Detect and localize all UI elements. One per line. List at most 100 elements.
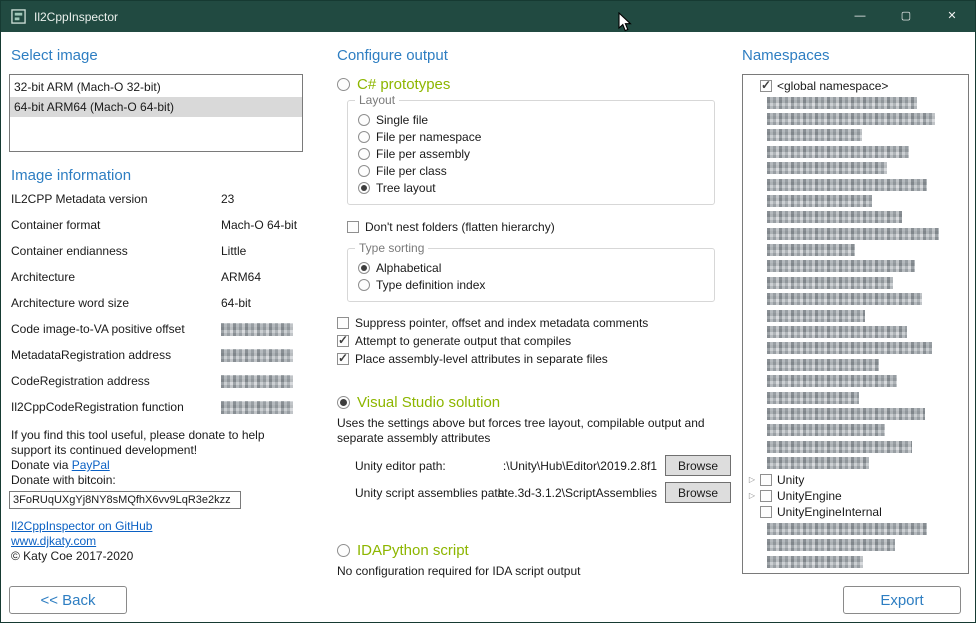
namespace-row[interactable]: ▷ xyxy=(746,176,968,192)
namespace-row[interactable]: ▷ UnityEngine xyxy=(746,488,968,504)
csharp-prototypes-radio[interactable] xyxy=(337,78,350,91)
idapython-radio[interactable] xyxy=(337,544,350,557)
namespace-row[interactable]: ▷ UnityEngineInternal xyxy=(746,504,968,520)
flatten-hierarchy-checkbox-row[interactable]: Don't nest folders (flatten hierarchy) xyxy=(347,218,735,236)
namespace-row[interactable]: ▷ xyxy=(746,291,968,307)
namespace-row[interactable]: ▷ xyxy=(746,373,968,389)
layout-option[interactable]: Tree layout xyxy=(358,179,706,196)
flatten-hierarchy-label: Don't nest folders (flatten hierarchy) xyxy=(365,220,555,234)
namespace-row[interactable]: ▷ xyxy=(746,406,968,422)
output-option-checkbox-row[interactable]: Attempt to generate output that compiles xyxy=(337,332,735,350)
layout-option[interactable]: File per class xyxy=(358,162,706,179)
layout-option-radio[interactable] xyxy=(358,114,370,126)
visual-studio-radio[interactable] xyxy=(337,396,350,409)
layout-option-radio[interactable] xyxy=(358,148,370,160)
namespace-row[interactable]: ▷ xyxy=(746,127,968,143)
info-label: IL2CPP Metadata version xyxy=(9,192,221,206)
namespace-row[interactable]: ▷ xyxy=(746,357,968,373)
unity-editor-browse-button[interactable]: Browse xyxy=(665,455,731,476)
visual-studio-option[interactable]: Visual Studio solution xyxy=(337,392,735,412)
type-sorting-option[interactable]: Type definition index xyxy=(358,276,706,293)
export-button[interactable]: Export xyxy=(843,586,961,614)
layout-option[interactable]: Single file xyxy=(358,111,706,128)
namespaces-tree[interactable]: ▷ <global namespace> ▷ ▷ xyxy=(742,74,969,574)
bitcoin-address-input[interactable] xyxy=(9,491,241,509)
namespace-row[interactable]: ▷ xyxy=(746,160,968,176)
titlebar[interactable]: Il2CppInspector — ▢ ✕ xyxy=(1,1,975,32)
idapython-label: IDAPython script xyxy=(357,542,469,559)
namespace-row[interactable]: ▷ xyxy=(746,537,968,553)
maximize-button[interactable]: ▢ xyxy=(883,1,929,32)
redacted-namespace xyxy=(767,539,895,551)
type-sorting-option-label: Type definition index xyxy=(376,278,485,292)
namespace-row[interactable]: ▷ xyxy=(746,226,968,242)
layout-option-radio[interactable] xyxy=(358,131,370,143)
namespace-row[interactable]: ▷ xyxy=(746,455,968,471)
github-link[interactable]: Il2CppInspector on GitHub xyxy=(11,519,152,533)
unity-script-browse-button[interactable]: Browse xyxy=(665,482,731,503)
output-option-label: Suppress pointer, offset and index metad… xyxy=(355,316,648,330)
back-button[interactable]: << Back xyxy=(9,586,127,614)
namespace-row[interactable]: ▷ xyxy=(746,439,968,455)
image-info-heading: Image information xyxy=(11,166,303,186)
namespace-row[interactable]: ▷ xyxy=(746,209,968,225)
unity-editor-path-row: Unity editor path: :\Unity\Hub\Editor\20… xyxy=(355,452,735,479)
csharp-prototypes-option[interactable]: C# prototypes xyxy=(337,74,735,94)
namespace-row[interactable]: ▷ xyxy=(746,275,968,291)
info-value: ARM64 xyxy=(221,270,261,284)
namespace-row[interactable]: ▷ Unity xyxy=(746,471,968,487)
namespace-row[interactable]: ▷ xyxy=(746,324,968,340)
namespace-row[interactable]: ▷ xyxy=(746,521,968,537)
type-sorting-option-label: Alphabetical xyxy=(376,261,441,275)
image-list-item[interactable]: 64-bit ARM64 (Mach-O 64-bit) xyxy=(10,97,302,117)
namespace-row[interactable]: ▷ xyxy=(746,389,968,405)
expander-icon[interactable]: ▷ xyxy=(746,488,758,504)
namespace-row[interactable]: ▷ xyxy=(746,553,968,569)
donate-message: If you find this tool useful, please don… xyxy=(11,428,299,458)
info-label: MetadataRegistration address xyxy=(9,348,221,362)
layout-option-radio[interactable] xyxy=(358,182,370,194)
namespace-row[interactable]: ▷ xyxy=(746,144,968,160)
namespace-row[interactable]: ▷ xyxy=(746,258,968,274)
namespace-checkbox[interactable] xyxy=(760,506,772,518)
image-list-item[interactable]: 32-bit ARM (Mach-O 32-bit) xyxy=(10,77,302,97)
output-option-checkbox-row[interactable]: Suppress pointer, offset and index metad… xyxy=(337,314,735,332)
namespaces-heading: Namespaces xyxy=(742,46,969,66)
layout-option[interactable]: File per namespace xyxy=(358,128,706,145)
namespace-row[interactable]: ▷ xyxy=(746,94,968,110)
type-sorting-option-radio[interactable] xyxy=(358,262,370,274)
website-link[interactable]: www.djkaty.com xyxy=(11,534,96,548)
namespace-row[interactable]: ▷ <global namespace> xyxy=(746,78,968,94)
namespace-row[interactable]: ▷ xyxy=(746,242,968,258)
namespace-row[interactable]: ▷ xyxy=(746,340,968,356)
unity-editor-path-value[interactable]: :\Unity\Hub\Editor\2019.2.8f1 xyxy=(503,459,657,473)
output-option-checkbox-row[interactable]: Place assembly-level attributes in separ… xyxy=(337,350,735,368)
paypal-link[interactable]: PayPal xyxy=(72,458,110,472)
namespace-checkbox[interactable] xyxy=(760,80,772,92)
namespace-checkbox[interactable] xyxy=(760,474,772,486)
output-option-checkbox[interactable] xyxy=(337,335,349,347)
output-option-checkbox[interactable] xyxy=(337,353,349,365)
namespace-checkbox[interactable] xyxy=(760,490,772,502)
expander-icon[interactable]: ▷ xyxy=(746,472,758,488)
layout-group-title: Layout xyxy=(355,93,399,107)
namespace-row[interactable]: ▷ xyxy=(746,307,968,323)
select-image-heading: Select image xyxy=(11,46,303,66)
layout-option[interactable]: File per assembly xyxy=(358,145,706,162)
output-option-checkbox[interactable] xyxy=(337,317,349,329)
idapython-option[interactable]: IDAPython script xyxy=(337,540,735,560)
info-row: Architecture ARM64 xyxy=(9,264,303,290)
redacted-namespace xyxy=(767,523,927,535)
close-button[interactable]: ✕ xyxy=(929,1,975,32)
namespace-row[interactable]: ▷ xyxy=(746,422,968,438)
image-listbox[interactable]: 32-bit ARM (Mach-O 32-bit)64-bit ARM64 (… xyxy=(9,74,303,152)
minimize-button[interactable]: — xyxy=(837,1,883,32)
redacted-value xyxy=(221,323,293,336)
type-sorting-option[interactable]: Alphabetical xyxy=(358,259,706,276)
unity-script-path-value[interactable]: ate.3d-3.1.2\ScriptAssemblies xyxy=(498,486,657,500)
namespace-row[interactable]: ▷ xyxy=(746,193,968,209)
type-sorting-option-radio[interactable] xyxy=(358,279,370,291)
flatten-hierarchy-checkbox[interactable] xyxy=(347,221,359,233)
namespace-row[interactable]: ▷ xyxy=(746,111,968,127)
layout-option-radio[interactable] xyxy=(358,165,370,177)
